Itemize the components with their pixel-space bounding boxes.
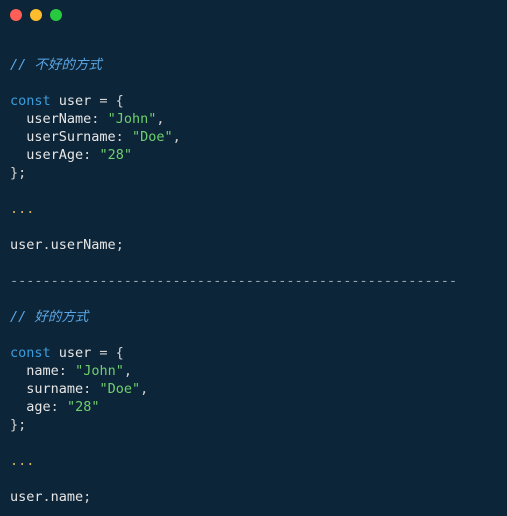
punct-dot: . [43,237,51,253]
punct-close-brace: }; [10,417,26,433]
string-value: "28" [99,147,132,163]
punct-comma: , [173,129,181,145]
prop-key: surname [26,381,83,397]
identifier-user: user [10,237,43,253]
punct-colon: : [59,363,67,379]
string-value: "Doe" [132,129,173,145]
comment-bad: // 不好的方式 [10,57,102,73]
punct-semicolon: ; [116,237,124,253]
window-titlebar [0,0,507,30]
code-block: // 不好的方式 const user = { userName: "John"… [0,30,507,516]
punct-colon: : [91,111,99,127]
punct-dot: . [43,489,51,505]
code-window: // 不好的方式 const user = { userName: "John"… [0,0,507,506]
member-access: userName [51,237,116,253]
ellipsis: ... [10,201,34,217]
punct-colon: : [51,399,59,415]
string-value: "28" [67,399,100,415]
punct-colon: : [83,381,91,397]
punct-semicolon: ; [83,489,91,505]
string-value: "Doe" [99,381,140,397]
punct-eq-open: = { [91,345,124,361]
prop-key: age [26,399,50,415]
identifier-user: user [59,93,92,109]
punct-comma: , [124,363,132,379]
prop-key: name [26,363,59,379]
minimize-icon[interactable] [30,9,42,21]
punct-colon: : [116,129,124,145]
punct-comma: , [156,111,164,127]
punct-eq-open: = { [91,93,124,109]
identifier-user: user [59,345,92,361]
close-icon[interactable] [10,9,22,21]
maximize-icon[interactable] [50,9,62,21]
keyword-const: const [10,345,51,361]
prop-key: userAge [26,147,83,163]
prop-key: userSurname [26,129,115,145]
string-value: "John" [75,363,124,379]
keyword-const: const [10,93,51,109]
identifier-user: user [10,489,43,505]
comment-good: // 好的方式 [10,309,88,325]
string-value: "John" [108,111,157,127]
punct-close-brace: }; [10,165,26,181]
member-access: name [51,489,84,505]
punct-comma: , [140,381,148,397]
ellipsis: ... [10,453,34,469]
divider-line: ----------------------------------------… [10,273,457,289]
punct-colon: : [83,147,91,163]
prop-key: userName [26,111,91,127]
